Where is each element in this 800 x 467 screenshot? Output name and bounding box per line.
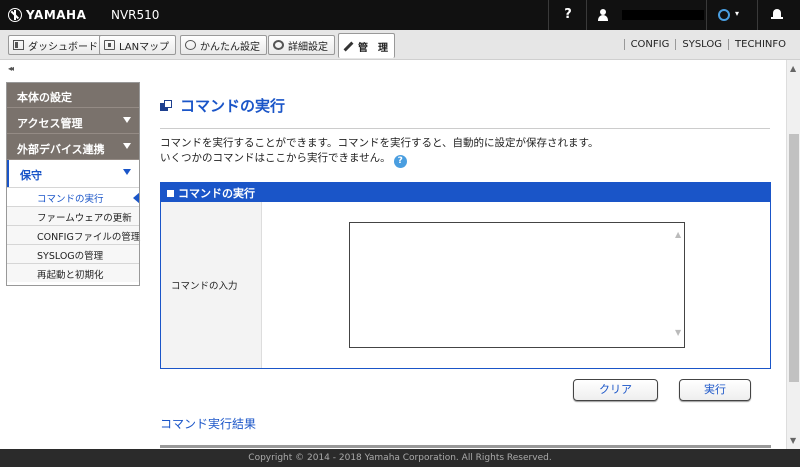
square-bullet-icon xyxy=(167,190,174,197)
bell-icon[interactable] xyxy=(771,8,783,21)
nav-label: 管 理 xyxy=(358,42,388,54)
user-name-redacted[interactable] xyxy=(622,10,704,20)
divider xyxy=(548,0,549,30)
nav-label: LANマップ xyxy=(119,41,170,53)
chevron-down-icon xyxy=(123,117,131,123)
lan-map-icon xyxy=(104,40,115,50)
command-input[interactable] xyxy=(349,222,685,348)
nav-management-button[interactable]: 管 理 xyxy=(338,33,395,58)
panel-header: コマンドの実行 xyxy=(161,182,770,202)
divider xyxy=(757,0,758,30)
page-title: コマンドの実行 xyxy=(180,97,286,115)
footer: Copyright © 2014 - 2018 Yamaha Corporati… xyxy=(0,449,800,467)
sidebar-subitem-firmware-update[interactable]: ファームウェアの更新 xyxy=(6,206,140,225)
techinfo-link[interactable]: TECHINFO xyxy=(728,39,792,50)
user-icon[interactable] xyxy=(598,9,608,21)
collapse-sidebar-button[interactable]: ◂◂ xyxy=(8,64,14,73)
result-panel-top xyxy=(160,445,771,448)
sidebar-item-label: 本体の設定 xyxy=(17,91,72,104)
utility-links: CONFIG SYSLOG TECHINFO xyxy=(623,39,792,50)
page-description: コマンドを実行することができます。コマンドを実行すると、自動的に設定が保存されま… xyxy=(160,136,598,168)
chevron-down-icon xyxy=(123,143,131,149)
run-button[interactable]: 実行 xyxy=(679,379,751,401)
nav-lan-map-button[interactable]: LANマップ xyxy=(99,35,177,55)
sidebar-subitem-config-file[interactable]: CONFIGファイルの管理 xyxy=(6,225,140,244)
gear-icon xyxy=(273,40,284,50)
description-line: コマンドを実行することができます。コマンドを実行すると、自動的に設定が保存されま… xyxy=(160,137,599,149)
status-circle-icon[interactable] xyxy=(718,9,730,21)
sidebar-item-device-settings[interactable]: 本体の設定 xyxy=(6,82,140,108)
help-button[interactable]: ? xyxy=(562,7,574,22)
yamaha-logo: YAMAHA xyxy=(8,7,86,23)
clear-button[interactable]: クリア xyxy=(573,379,658,401)
nav-easy-setup-button[interactable]: かんたん設定 xyxy=(180,35,267,55)
sidebar-subitem-syslog[interactable]: SYSLOGの管理 xyxy=(6,244,140,263)
sidebar-subitem-reboot-init[interactable]: 再起動と初期化 xyxy=(6,263,140,282)
syslog-link[interactable]: SYSLOG xyxy=(675,39,728,50)
scrollbar-thumb[interactable] xyxy=(789,134,799,382)
panel-title: コマンドの実行 xyxy=(178,187,255,200)
scroll-up-icon[interactable]: ▲ xyxy=(675,230,681,239)
scroll-up-icon[interactable]: ▲ xyxy=(790,64,796,73)
scroll-down-icon[interactable]: ▼ xyxy=(675,328,681,337)
nav-label: ダッシュボード xyxy=(28,41,98,53)
nav-label: かんたん設定 xyxy=(200,41,260,53)
sidebar-item-label: アクセス管理 xyxy=(17,117,83,130)
help-icon[interactable]: ? xyxy=(393,155,407,168)
scroll-down-icon[interactable]: ▼ xyxy=(790,436,796,445)
sidebar-item-external-devices[interactable]: 外部デバイス連携 xyxy=(6,134,140,160)
command-panel: コマンドの実行 コマンドの入力 ▲ ▼ xyxy=(160,182,771,369)
divider xyxy=(160,128,770,129)
brand-name: YAMAHA xyxy=(26,8,87,22)
page-title-icon xyxy=(160,100,172,111)
divider xyxy=(706,0,707,30)
nav-dashboard-button[interactable]: ダッシュボード xyxy=(8,35,105,55)
nav-advanced-settings-button[interactable]: 詳細設定 xyxy=(268,35,335,55)
sidebar: 本体の設定 アクセス管理 外部デバイス連携 保守 コマンドの実行 ファームウェア… xyxy=(6,82,140,286)
description-line: いくつかのコマンドはここから実行できません。 xyxy=(160,152,391,164)
chevron-down-icon[interactable]: ▾ xyxy=(735,9,739,18)
yamaha-tuning-fork-icon xyxy=(8,8,22,22)
sidebar-item-access-control[interactable]: アクセス管理 xyxy=(6,108,140,134)
sidebar-item-label: 保守 xyxy=(20,169,42,182)
nav-label: 詳細設定 xyxy=(288,41,328,53)
main-nav-bar: ダッシュボード LANマップ かんたん設定 詳細設定 管 理 CONFIG SY… xyxy=(0,30,800,60)
page-scrollbar[interactable]: ▲ ▼ xyxy=(786,60,800,449)
top-bar: YAMAHA NVR510 ? ▾ xyxy=(0,0,800,30)
description-line-2: いくつかのコマンドはここから実行できません。? xyxy=(160,151,598,168)
sidebar-item-maintenance[interactable]: 保守 xyxy=(6,160,140,187)
config-link[interactable]: CONFIG xyxy=(623,39,676,50)
router-model: NVR510 xyxy=(111,8,160,22)
result-section-title: コマンド実行結果 xyxy=(160,417,257,431)
chevron-down-icon xyxy=(123,169,131,175)
wrench-icon xyxy=(343,41,354,51)
easy-setup-icon xyxy=(185,40,196,50)
command-input-label: コマンドの入力 xyxy=(161,202,262,368)
divider xyxy=(586,0,587,30)
sidebar-item-label: 外部デバイス連携 xyxy=(17,143,105,156)
sidebar-subitem-command-exec[interactable]: コマンドの実行 xyxy=(6,187,140,206)
dashboard-icon xyxy=(13,40,24,50)
